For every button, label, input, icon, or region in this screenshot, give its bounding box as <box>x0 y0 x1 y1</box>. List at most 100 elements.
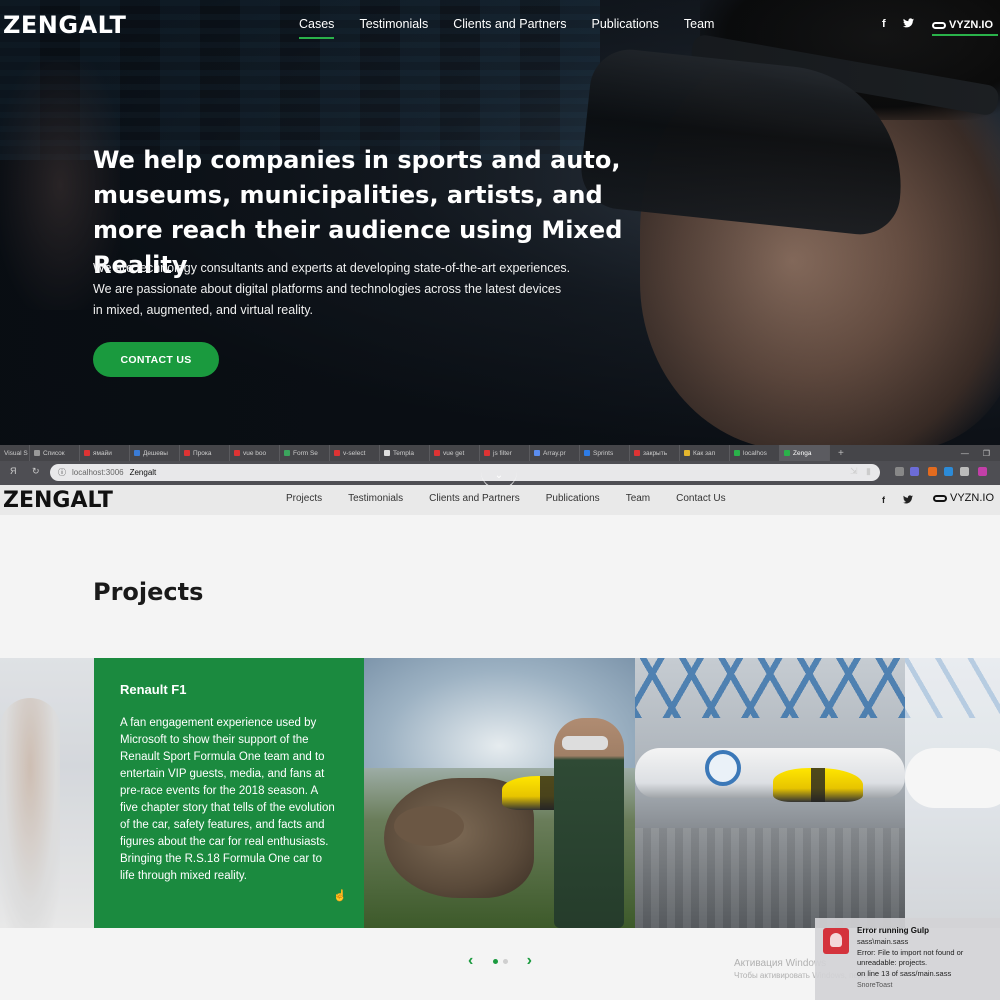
hero-nav: ZENGALT Cases Testimonials Clients and P… <box>0 0 1000 48</box>
browser-tab-label: Список <box>43 449 65 457</box>
airline-logo-graphic <box>705 750 741 786</box>
logo[interactable]: ZENGALT <box>3 11 126 39</box>
favicon-icon <box>234 450 240 456</box>
favicon-icon <box>534 450 540 456</box>
facebook-icon[interactable]: f <box>882 18 886 30</box>
browser-tab[interactable]: Templa <box>380 445 430 461</box>
browser-tab[interactable]: Visual S <box>0 445 30 461</box>
next-slide-plane-graphic <box>905 748 1000 808</box>
browser-tab[interactable]: ямайи <box>80 445 130 461</box>
browser-tab[interactable]: Как зап <box>680 445 730 461</box>
browser-tab-label: ямайи <box>93 449 112 457</box>
nav-link-publications[interactable]: Publications <box>591 17 658 39</box>
browser-tab-label: Array.pr <box>543 449 566 457</box>
twitter-icon[interactable] <box>903 495 913 506</box>
minimize-icon[interactable]: — <box>961 449 969 458</box>
favicon-icon <box>34 450 40 456</box>
camera-icon[interactable] <box>960 467 969 476</box>
pager-dot[interactable] <box>492 958 498 964</box>
reload-icon[interactable]: ↻ <box>32 466 40 477</box>
browser-tab[interactable]: Прока <box>180 445 230 461</box>
url-host: localhost:3006 <box>72 468 124 477</box>
browser-tab[interactable]: Array.pr <box>530 445 580 461</box>
pager-dot[interactable] <box>502 958 508 964</box>
browser-tab-active[interactable]: Zenga <box>780 445 830 461</box>
nav-link-projects[interactable]: Projects <box>286 493 322 504</box>
nav-link-clients-partners[interactable]: Clients and Partners <box>429 493 520 504</box>
vyzn-link[interactable]: VYZN.IO <box>932 16 998 36</box>
browser-tab[interactable]: Список <box>30 445 80 461</box>
browser-tab-strip: Visual S Список ямайи Дешевы Прока vue b… <box>0 445 1000 461</box>
hero-subtitle: We are technology consultants and expert… <box>93 261 571 317</box>
dinosaur-head-graphic <box>394 806 464 846</box>
favicon-icon <box>334 450 340 456</box>
nav-link-testimonials[interactable]: Testimonials <box>348 493 403 504</box>
browser-tab[interactable]: Form Se <box>280 445 330 461</box>
nav-link-team[interactable]: Team <box>684 17 715 39</box>
url-page-title: Zengalt <box>129 468 157 477</box>
nav-link-cases[interactable]: Cases <box>299 17 335 39</box>
site-info-icon: ⓘ <box>58 468 66 477</box>
new-tab-icon[interactable]: + <box>830 448 852 459</box>
nav-link-testimonials[interactable]: Testimonials <box>359 17 428 39</box>
extension-icon[interactable] <box>928 467 937 476</box>
favicon-icon <box>384 450 390 456</box>
nav-link-team[interactable]: Team <box>626 493 650 504</box>
window-controls: — ❐ <box>961 449 1000 458</box>
twitter-icon[interactable] <box>903 18 914 31</box>
project-card[interactable]: Renault F1 A fan engagement experience u… <box>94 658 364 928</box>
share-icon[interactable]: ⇲ <box>850 466 858 477</box>
browser-tab-label: Form Se <box>293 449 318 457</box>
browser-tab[interactable]: vue boo <box>230 445 280 461</box>
chevron-left-icon[interactable]: ‹ <box>468 953 473 969</box>
contact-us-button[interactable]: CONTACT US <box>93 342 219 377</box>
browser-tab[interactable]: v-select <box>330 445 380 461</box>
airplane-graphic <box>635 748 905 798</box>
browser-tab[interactable]: Дешевы <box>130 445 180 461</box>
sticky-nav-links: Projects Testimonials Clients and Partne… <box>286 493 726 504</box>
browser-logo-icon[interactable]: Я <box>10 466 17 476</box>
url-field[interactable]: ⓘ localhost:3006 Zengalt <box>50 464 880 481</box>
nav-link-contact-us[interactable]: Contact Us <box>676 493 725 504</box>
extension-icon[interactable] <box>978 467 987 476</box>
favicon-icon <box>784 450 790 456</box>
vr-goggles-icon <box>933 494 947 502</box>
car-stripe <box>811 768 825 802</box>
previous-slide-image[interactable] <box>0 658 94 928</box>
vyzn-link[interactable]: VYZN.IO <box>933 492 994 504</box>
favicon-icon <box>434 450 440 456</box>
browser-tab[interactable]: vue get <box>430 445 480 461</box>
project-card-description: A fan engagement experience used by Micr… <box>120 717 335 882</box>
favicon-icon <box>184 450 190 456</box>
browser-tab[interactable]: закрыть <box>630 445 680 461</box>
nav-link-publications[interactable]: Publications <box>546 493 600 504</box>
toast-line: sass\main.sass <box>857 937 909 946</box>
project-image-hangar[interactable] <box>635 658 905 928</box>
toast-app-name: SnoreToast <box>857 982 893 989</box>
nav-link-clients-partners[interactable]: Clients and Partners <box>453 17 566 39</box>
project-image-dinosaur[interactable] <box>364 658 635 928</box>
facebook-icon[interactable]: f <box>882 495 885 505</box>
logo[interactable]: ZENGALT <box>3 488 113 513</box>
error-toast[interactable]: Error running Gulp sass\main.sass Error:… <box>815 918 1000 1000</box>
browser-tab[interactable]: localhos <box>730 445 780 461</box>
projects-title: Projects <box>93 578 204 606</box>
extension-icon[interactable] <box>944 467 953 476</box>
bookmark-icon[interactable]: ▮ <box>866 466 871 477</box>
browser-tab[interactable]: js filter <box>480 445 530 461</box>
extension-icon[interactable] <box>910 467 919 476</box>
extension-icon[interactable] <box>895 467 904 476</box>
projects-slider: Renault F1 A fan engagement experience u… <box>0 658 1000 928</box>
favicon-icon <box>484 450 490 456</box>
favicon-icon <box>134 450 140 456</box>
hangar-floor-graphic <box>635 828 905 928</box>
sticky-nav: ZENGALT Projects Testimonials Clients an… <box>0 485 1000 515</box>
hangar-truss-graphic <box>635 658 905 718</box>
next-slide-image[interactable] <box>905 658 1000 928</box>
browser-tab[interactable]: Sprints <box>580 445 630 461</box>
slider-pager: ‹ › <box>468 953 532 969</box>
favicon-icon <box>634 450 640 456</box>
chevron-right-icon[interactable]: › <box>527 953 532 969</box>
restore-icon[interactable]: ❐ <box>983 449 990 458</box>
race-car-graphic <box>773 768 863 802</box>
